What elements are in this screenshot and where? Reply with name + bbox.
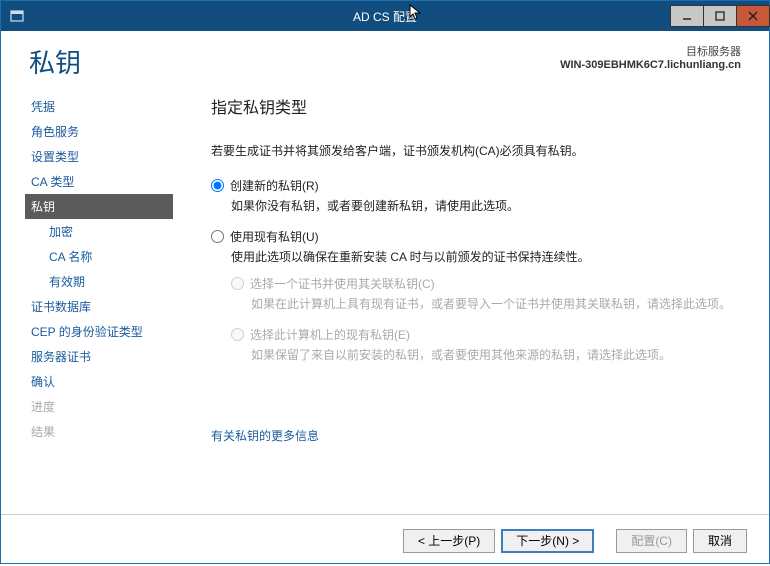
sidebar-item-cert-database[interactable]: 证书数据库 [29,294,181,319]
radio-select-existing-key-input [231,328,244,341]
sidebar-item-setup-type[interactable]: 设置类型 [29,144,181,169]
sidebar-item-cryptography[interactable]: 加密 [29,219,181,244]
sidebar-item-ca-name[interactable]: CA 名称 [29,244,181,269]
instruction-text: 若要生成证书并将其颁发给客户端，证书颁发机构(CA)必须具有私钥。 [211,142,739,159]
radio-use-existing-desc: 使用此选项以确保在重新安装 CA 时与以前颁发的证书保持连续性。 [231,248,739,265]
sidebar-item-ca-type[interactable]: CA 类型 [29,169,181,194]
radio-create-new[interactable]: 创建新的私钥(R) [211,177,739,194]
cursor-icon [409,4,423,22]
sidebar-item-credentials[interactable]: 凭据 [29,94,181,119]
sub-option-select-existing-key: 选择此计算机上的现有私钥(E) 如果保留了来自以前安装的私钥，或者要使用其他来源… [231,326,739,363]
radio-select-cert-desc: 如果在此计算机上具有现有证书，或者要导入一个证书并使用其关联私钥，请选择此选项。 [251,295,739,312]
radio-use-existing[interactable]: 使用现有私钥(U) [211,228,739,245]
radio-select-cert-label: 选择一个证书并使用其关联私钥(C) [250,275,435,292]
minimize-button[interactable] [670,5,704,27]
option-create-new: 创建新的私钥(R) 如果你没有私钥，或者要创建新私钥，请使用此选项。 [211,177,739,214]
more-info-link[interactable]: 有关私钥的更多信息 [211,427,319,444]
radio-create-new-desc: 如果你没有私钥，或者要创建新私钥，请使用此选项。 [231,197,739,214]
radio-select-existing-key: 选择此计算机上的现有私钥(E) [231,326,739,343]
sidebar-item-role-services[interactable]: 角色服务 [29,119,181,144]
sidebar-item-progress: 进度 [29,394,181,419]
content: 指定私钥类型 若要生成证书并将其颁发给客户端，证书颁发机构(CA)必须具有私钥。… [181,94,769,514]
target-server-fqdn: WIN-309EBHMK6C7.lichunliang.cn [560,59,741,71]
main: 凭据 角色服务 设置类型 CA 类型 私钥 加密 CA 名称 有效期 证书数据库… [1,84,769,514]
titlebar: AD CS 配置 [1,1,769,31]
window-controls [670,6,769,27]
page-title: 私钥 [29,43,81,80]
target-server-info: 目标服务器 WIN-309EBHMK6C7.lichunliang.cn [560,43,741,71]
sub-option-select-cert: 选择一个证书并使用其关联私钥(C) 如果在此计算机上具有现有证书，或者要导入一个… [231,275,739,312]
radio-use-existing-input[interactable] [211,230,224,243]
option-use-existing: 使用现有私钥(U) 使用此选项以确保在重新安装 CA 时与以前颁发的证书保持连续… [211,228,739,363]
private-key-options: 创建新的私钥(R) 如果你没有私钥，或者要创建新私钥，请使用此选项。 使用现有私… [211,177,739,363]
radio-select-cert-input [231,277,244,290]
footer: < 上一步(P) 下一步(N) > 配置(C) 取消 [1,514,769,566]
radio-create-new-label: 创建新的私钥(R) [230,177,319,194]
radio-select-existing-key-label: 选择此计算机上的现有私钥(E) [250,326,410,343]
sidebar-item-confirmation[interactable]: 确认 [29,369,181,394]
close-button[interactable] [736,5,770,27]
maximize-button[interactable] [703,5,737,27]
cancel-button[interactable]: 取消 [693,529,747,553]
sidebar-item-cep-auth[interactable]: CEP 的身份验证类型 [29,319,181,344]
radio-select-cert: 选择一个证书并使用其关联私钥(C) [231,275,739,292]
radio-select-existing-key-desc: 如果保留了来自以前安装的私钥，或者要使用其他来源的私钥，请选择此选项。 [251,346,739,363]
sidebar-item-results: 结果 [29,419,181,444]
sidebar-item-server-cert[interactable]: 服务器证书 [29,344,181,369]
window-title: AD CS 配置 [353,8,417,25]
app-icon [9,8,25,24]
content-heading: 指定私钥类型 [211,94,739,118]
radio-use-existing-label: 使用现有私钥(U) [230,228,319,245]
sidebar-item-private-key[interactable]: 私钥 [25,194,173,219]
sidebar-item-validity[interactable]: 有效期 [29,269,181,294]
configure-button: 配置(C) [616,529,687,553]
header: 私钥 目标服务器 WIN-309EBHMK6C7.lichunliang.cn [1,31,769,84]
previous-button[interactable]: < 上一步(P) [403,529,495,553]
target-server-label: 目标服务器 [560,43,741,59]
next-button[interactable]: 下一步(N) > [501,529,594,553]
radio-create-new-input[interactable] [211,179,224,192]
sidebar: 凭据 角色服务 设置类型 CA 类型 私钥 加密 CA 名称 有效期 证书数据库… [1,94,181,514]
